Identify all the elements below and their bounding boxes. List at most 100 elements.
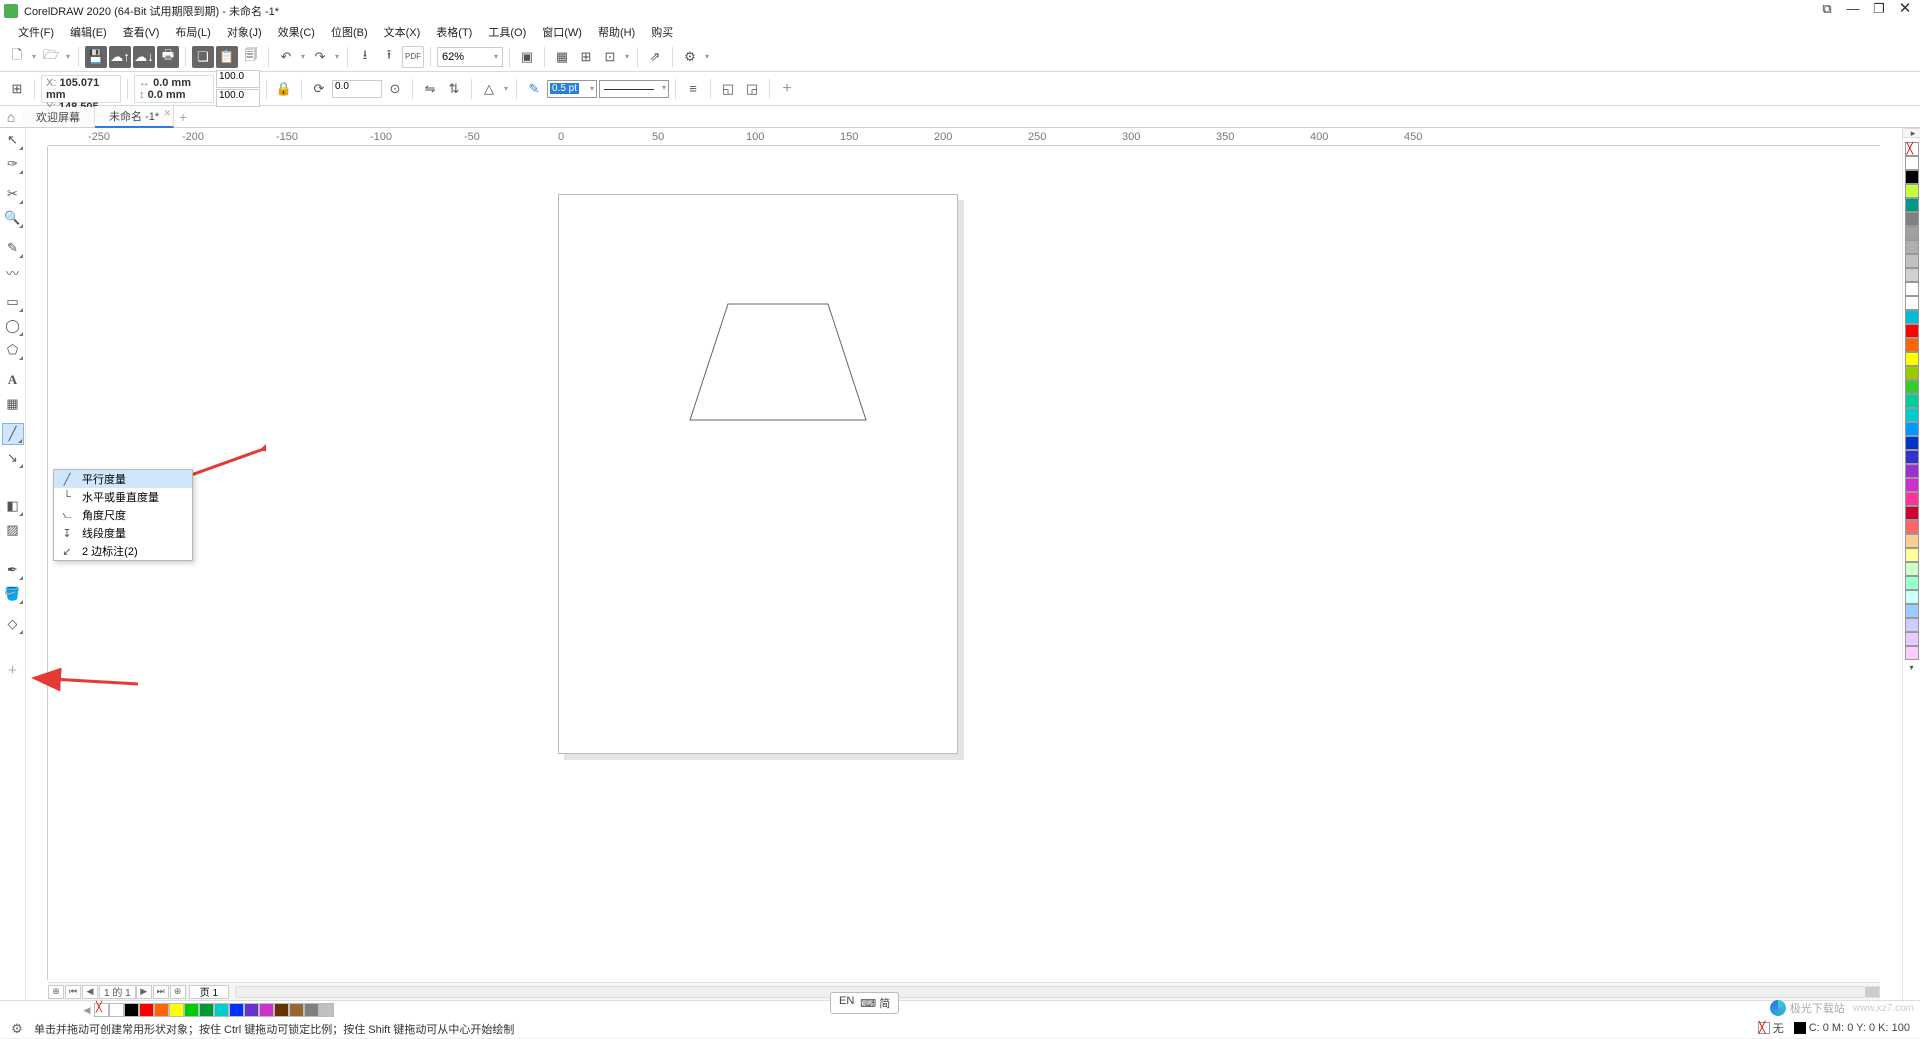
pdf-button[interactable]: PDF: [402, 46, 424, 68]
hint-options-icon[interactable]: ⚙: [8, 1021, 26, 1037]
wrap-text-button[interactable]: ≡: [682, 78, 704, 100]
doc-swatch[interactable]: [244, 1003, 259, 1017]
color-swatch[interactable]: [1905, 632, 1919, 646]
doc-swatch[interactable]: [214, 1003, 229, 1017]
flyout-item[interactable]: ↙2 边标注(2): [54, 542, 192, 560]
doc-swatch[interactable]: [259, 1003, 274, 1017]
fill-tool[interactable]: 🪣: [2, 583, 24, 605]
doc-swatch[interactable]: [289, 1003, 304, 1017]
color-swatch[interactable]: [1905, 268, 1919, 282]
doc-swatch[interactable]: [109, 1003, 124, 1017]
color-swatch[interactable]: [1905, 548, 1919, 562]
pick-tool[interactable]: ↖: [2, 129, 24, 151]
presets-icon[interactable]: ⊞: [6, 78, 28, 100]
color-swatch[interactable]: [1905, 352, 1919, 366]
paste-button[interactable]: 📋: [216, 46, 238, 68]
doc-swatch[interactable]: [304, 1003, 319, 1017]
color-swatch[interactable]: [1905, 184, 1919, 198]
maximize-button[interactable]: ❐: [1870, 2, 1888, 18]
quick-customize-button[interactable]: +: [2, 659, 24, 681]
doc-swatch[interactable]: [139, 1003, 154, 1017]
doc-swatch[interactable]: [274, 1003, 289, 1017]
table-tool[interactable]: ▦: [2, 393, 24, 415]
menu-item[interactable]: 窗口(W): [534, 22, 590, 42]
object-position[interactable]: X: 105.071 mm Y: 148.505 mm: [41, 75, 121, 103]
options-button[interactable]: ⚙: [679, 46, 701, 68]
flyout-item[interactable]: ⦦角度尺度: [54, 506, 192, 524]
color-swatch[interactable]: [1905, 492, 1919, 506]
menu-item[interactable]: 文件(F): [10, 22, 62, 42]
ruler-horizontal[interactable]: -250-200-150-100-50050100150200250300350…: [48, 128, 1880, 146]
polygon-tool[interactable]: ⬠: [2, 339, 24, 361]
outline-tool[interactable]: ◇: [2, 613, 24, 635]
snap-button[interactable]: ⊡: [599, 46, 621, 68]
popout-icon[interactable]: ⧉: [1818, 2, 1836, 18]
drop-shadow-tool[interactable]: ◧: [2, 495, 24, 517]
dimension-tool[interactable]: ╱: [2, 423, 24, 445]
close-tab-icon[interactable]: ✕: [164, 108, 172, 119]
color-swatch[interactable]: [1905, 408, 1919, 422]
doc-swatch[interactable]: [229, 1003, 244, 1017]
export-button[interactable]: ⭱: [378, 46, 400, 68]
nofill-swatch-bottom[interactable]: ╳: [94, 1003, 109, 1017]
color-swatch[interactable]: [1905, 520, 1919, 534]
page-next-button[interactable]: ▶: [136, 985, 152, 999]
color-swatch[interactable]: [1905, 296, 1919, 310]
color-swatch[interactable]: [1905, 240, 1919, 254]
eyedropper-tool[interactable]: ✒: [2, 559, 24, 581]
menu-item[interactable]: 位图(B): [323, 22, 376, 42]
ime-indicator[interactable]: EN⌨ 简: [830, 992, 899, 1014]
text-tool[interactable]: A: [2, 369, 24, 391]
color-swatch[interactable]: [1905, 422, 1919, 436]
horizontal-scrollbar[interactable]: [235, 986, 1880, 998]
artistic-media-tool[interactable]: 〰: [2, 261, 24, 283]
print-button[interactable]: 🖶: [157, 46, 179, 68]
palette-left-button[interactable]: ◀: [80, 1005, 94, 1016]
outline-style-select[interactable]: ▾: [599, 80, 669, 98]
color-swatch[interactable]: [1905, 534, 1919, 548]
doc-swatch[interactable]: [199, 1003, 214, 1017]
clipboard-button[interactable]: 🗐: [240, 46, 262, 68]
color-swatch[interactable]: [1905, 170, 1919, 184]
trapezoid-shape[interactable]: [688, 302, 868, 422]
color-swatch[interactable]: [1905, 156, 1919, 170]
zoom-tool[interactable]: 🔍: [2, 207, 24, 229]
outline-width-input[interactable]: 0.5 pt▾: [547, 80, 597, 98]
color-swatch[interactable]: [1905, 590, 1919, 604]
ellipse-tool[interactable]: ◯: [2, 315, 24, 337]
scale-x-input[interactable]: 100.0: [216, 70, 260, 88]
fullscreen-button[interactable]: ▣: [516, 46, 538, 68]
color-swatch[interactable]: [1905, 394, 1919, 408]
close-button[interactable]: ✕: [1896, 2, 1914, 18]
flyout-item[interactable]: └水平或垂直度量: [54, 488, 192, 506]
doc-swatch[interactable]: [124, 1003, 139, 1017]
color-swatch[interactable]: [1905, 478, 1919, 492]
palette-down-button[interactable]: ▾: [1901, 660, 1920, 674]
mirror-h-button[interactable]: ⇋: [419, 78, 441, 100]
zoom-input[interactable]: 62%▾: [437, 47, 503, 67]
ruler-vertical[interactable]: [26, 146, 48, 980]
color-swatch[interactable]: [1905, 282, 1919, 296]
color-swatch[interactable]: [1905, 576, 1919, 590]
menu-item[interactable]: 购买: [643, 22, 681, 42]
doc-swatch[interactable]: [184, 1003, 199, 1017]
color-swatch[interactable]: [1905, 198, 1919, 212]
grid-toggle-button[interactable]: ▦: [551, 46, 573, 68]
menu-item[interactable]: 效果(C): [270, 22, 323, 42]
color-swatch[interactable]: [1905, 324, 1919, 338]
copy-button[interactable]: ❏: [192, 46, 214, 68]
mirror-v-button[interactable]: ⇅: [443, 78, 465, 100]
flyout-item[interactable]: ╱平行度量: [54, 470, 192, 488]
color-swatch[interactable]: [1905, 436, 1919, 450]
shape-tool[interactable]: ✑: [2, 153, 24, 175]
color-swatch[interactable]: [1905, 212, 1919, 226]
cloud-down-button[interactable]: ☁↓: [133, 46, 155, 68]
flyout-item[interactable]: ↧线段度量: [54, 524, 192, 542]
lock-ratio-button[interactable]: 🔒: [273, 78, 295, 100]
color-swatch[interactable]: [1905, 366, 1919, 380]
import-button[interactable]: ⭳: [354, 46, 376, 68]
back-of-layer-button[interactable]: ◲: [741, 78, 763, 100]
color-swatch[interactable]: [1905, 562, 1919, 576]
color-swatch[interactable]: [1905, 254, 1919, 268]
object-size[interactable]: ↔ 0.0 mm ↕ 0.0 mm: [134, 75, 214, 103]
